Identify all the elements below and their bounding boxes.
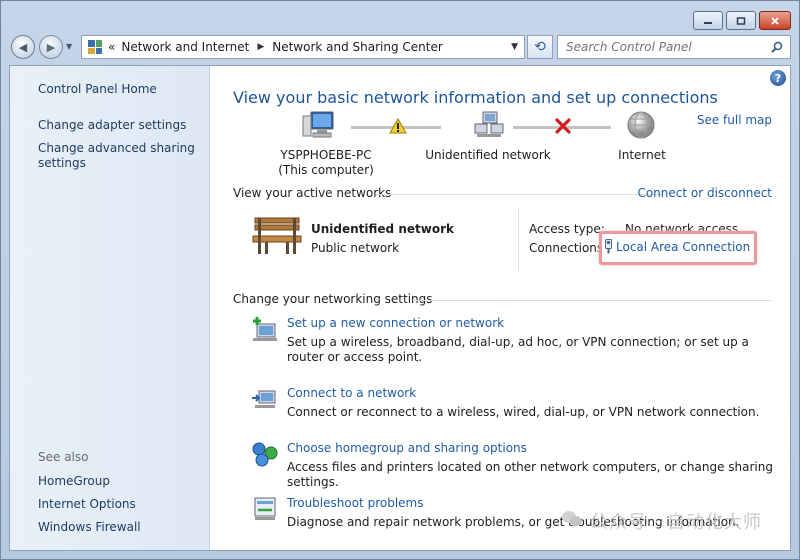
- network-map: YSPPHOEBE-PC (This computer) Unidentifie…: [271, 106, 691, 184]
- address-dropdown-icon[interactable]: ▼: [511, 42, 518, 52]
- maximize-button[interactable]: [726, 11, 756, 30]
- breadcrumb-network-and-internet[interactable]: Network and Internet: [121, 40, 249, 54]
- arrow-right-icon: ▶: [46, 40, 56, 54]
- close-button[interactable]: [759, 11, 791, 30]
- change-advanced-sharing-link[interactable]: Change advanced sharing settings: [38, 141, 198, 171]
- caption-buttons: [693, 11, 791, 30]
- watermark-text: 公众号 · 自动化大师: [589, 512, 762, 533]
- section-divider: [413, 300, 772, 301]
- windows-firewall-link[interactable]: Windows Firewall: [38, 520, 141, 535]
- setup-connection-desc: Set up a wireless, broadband, dial-up, a…: [287, 335, 749, 364]
- internet-node-label: Internet: [618, 148, 666, 162]
- refresh-icon: ⟲: [534, 39, 546, 55]
- local-area-connection-link[interactable]: Local Area Connection: [616, 240, 750, 254]
- close-icon: [771, 16, 779, 25]
- computer-node: YSPPHOEBE-PC (This computer): [271, 148, 381, 178]
- maximize-icon: [736, 16, 746, 25]
- control-panel-icon: [88, 40, 102, 54]
- access-type-label: Access type:: [529, 222, 605, 236]
- search-icon[interactable]: [771, 41, 783, 53]
- computer-icon: [302, 111, 334, 138]
- globe-icon: [627, 111, 655, 139]
- connect-network-desc: Connect or reconnect to a wireless, wire…: [287, 405, 760, 419]
- breadcrumb-separator-icon[interactable]: ▶: [257, 42, 264, 52]
- address-bar[interactable]: « Network and Internet ▶ Network and Sha…: [81, 35, 525, 59]
- content-area: Control Panel Home Change adapter settin…: [9, 65, 791, 551]
- internet-options-link[interactable]: Internet Options: [38, 497, 136, 512]
- connect-or-disconnect-link[interactable]: Connect or disconnect: [637, 186, 772, 200]
- see-also-heading: See also: [38, 450, 89, 464]
- warning-icon[interactable]: [389, 118, 407, 134]
- active-network-type[interactable]: Public network: [311, 241, 399, 255]
- recent-pages-dropdown[interactable]: ▼: [66, 42, 72, 51]
- connections-label: Connections:: [529, 241, 608, 255]
- connect-network-link[interactable]: Connect to a network: [287, 386, 416, 400]
- active-network-name[interactable]: Unidentified network: [311, 222, 454, 236]
- breadcrumb-overflow[interactable]: «: [108, 40, 115, 54]
- troubleshoot-link[interactable]: Troubleshoot problems: [287, 496, 423, 510]
- new-connection-icon: [253, 317, 277, 341]
- arrow-left-icon: ◀: [18, 40, 28, 54]
- public-network-bench-icon[interactable]: [251, 214, 303, 258]
- main-panel: ? View your basic network information an…: [211, 66, 790, 550]
- minimize-icon: [704, 21, 712, 24]
- connect-network-icon: [252, 390, 276, 408]
- troubleshoot-icon: [254, 497, 276, 520]
- minimize-button[interactable]: [693, 11, 723, 30]
- network-node-label: Unidentified network: [425, 148, 551, 162]
- setup-connection-link[interactable]: Set up a new connection or network: [287, 316, 504, 330]
- active-networks-heading: View your active networks: [233, 186, 392, 200]
- page-title: View your basic network information and …: [233, 88, 718, 107]
- help-icon[interactable]: ?: [770, 70, 786, 86]
- chevron-down-icon: ▼: [66, 42, 73, 51]
- forward-button[interactable]: ▶: [39, 35, 63, 59]
- ethernet-plug-icon: [605, 239, 612, 254]
- vertical-divider: [518, 208, 519, 270]
- homegroup-sharing-link[interactable]: Choose homegroup and sharing options: [287, 441, 527, 455]
- disconnected-x-icon[interactable]: [554, 117, 572, 135]
- breadcrumb-network-sharing-center[interactable]: Network and Sharing Center: [272, 40, 443, 54]
- control-panel-home-link[interactable]: Control Panel Home: [38, 82, 157, 97]
- search-box: [557, 35, 791, 59]
- task-pane: Control Panel Home Change adapter settin…: [10, 66, 210, 550]
- wechat-icon: [561, 510, 583, 533]
- navigation-bar: ◀ ▶ ▼ « Network and Internet ▶ Network a…: [9, 35, 791, 59]
- refresh-button[interactable]: ⟲: [527, 35, 553, 59]
- back-button[interactable]: ◀: [11, 35, 35, 59]
- see-full-map-link[interactable]: See full map: [697, 113, 772, 127]
- network-icon: [474, 111, 504, 137]
- section-divider: [376, 194, 662, 195]
- change-settings-heading: Change your networking settings: [233, 292, 433, 306]
- connection-highlight: Local Area Connection: [599, 231, 757, 265]
- computer-name: YSPPHOEBE-PC: [280, 148, 372, 162]
- search-input[interactable]: [566, 40, 766, 54]
- computer-subtitle: (This computer): [278, 163, 374, 177]
- watermark: 公众号 · 自动化大师: [561, 508, 762, 534]
- change-adapter-settings-link[interactable]: Change adapter settings: [38, 118, 186, 133]
- homegroup-icon: [252, 442, 278, 467]
- window: ◀ ▶ ▼ « Network and Internet ▶ Network a…: [0, 0, 800, 560]
- homegroup-link[interactable]: HomeGroup: [38, 474, 110, 489]
- homegroup-sharing-desc: Access files and printers located on oth…: [287, 460, 773, 489]
